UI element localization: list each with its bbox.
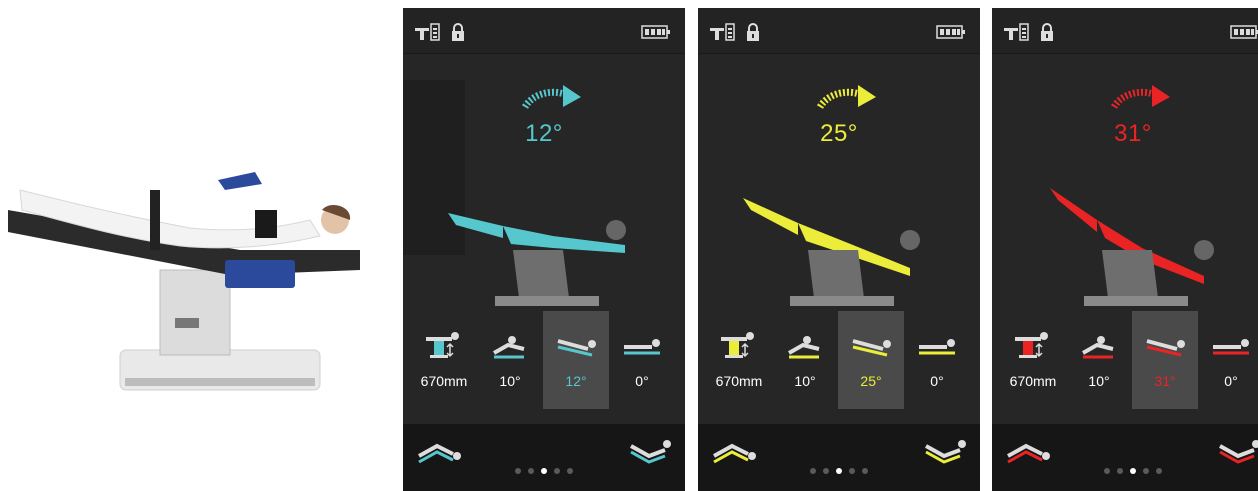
- trendelenburg-icon[interactable]: [627, 436, 671, 468]
- stat-item-3[interactable]: 0°: [609, 311, 675, 409]
- battery-icon: [936, 25, 965, 39]
- table-status-icon: [415, 23, 440, 41]
- stat-item-0[interactable]: 670mm: [706, 311, 772, 409]
- lateral-tilt-icon: [919, 339, 955, 355]
- table-height-icon: [1015, 332, 1048, 358]
- page-dot[interactable]: [528, 468, 534, 474]
- page-dot[interactable]: [554, 468, 560, 474]
- page-dot[interactable]: [1143, 468, 1149, 474]
- lock-icon[interactable]: [450, 22, 466, 42]
- table-status-icon: [710, 23, 735, 41]
- page-dot[interactable]: [836, 468, 842, 474]
- table-illustration: [448, 213, 626, 306]
- table-illustration: [1050, 188, 1214, 306]
- back-section-icon: [788, 336, 820, 359]
- stat-item-2[interactable]: 31°: [1132, 311, 1198, 409]
- stat-value: 0°: [635, 373, 649, 389]
- page-indicator: [1104, 468, 1162, 476]
- stat-value: 670mm: [1009, 373, 1057, 389]
- stat-item-0[interactable]: 670mm: [1000, 311, 1066, 409]
- trend-tilt-icon: [1146, 339, 1185, 357]
- stat-value: 670mm: [420, 373, 468, 389]
- trend-tilt-icon: [852, 339, 891, 357]
- trend-tilt-icon: [557, 339, 596, 357]
- lock-icon[interactable]: [1039, 22, 1055, 42]
- tilt-arrow-icon: [816, 85, 876, 110]
- position-stats: 670mm 10° 12° 0°: [403, 311, 685, 409]
- stat-item-1[interactable]: 10°: [772, 311, 838, 409]
- back-section-icon: [1082, 336, 1114, 359]
- page-dot[interactable]: [1156, 468, 1162, 474]
- stat-value: 25°: [860, 373, 882, 389]
- bottom-bar: [992, 424, 1258, 491]
- table-illustration: [743, 198, 920, 306]
- stat-item-3[interactable]: 0°: [1198, 311, 1258, 409]
- status-bar: [403, 8, 685, 54]
- tilt-arrow-icon: [1110, 85, 1170, 110]
- trendelenburg-icon[interactable]: [922, 436, 966, 468]
- stat-item-2[interactable]: 25°: [838, 311, 904, 409]
- stat-item-0[interactable]: 670mm: [411, 311, 477, 409]
- stat-item-2[interactable]: 12°: [543, 311, 609, 409]
- table-height-icon: [426, 332, 459, 358]
- stat-value: 0°: [1224, 373, 1238, 389]
- stat-value: 12°: [565, 373, 587, 389]
- status-bar: [698, 8, 980, 54]
- stat-value: 10°: [794, 373, 816, 389]
- tilt-arrow-icon: [521, 85, 581, 110]
- trendelenburg-icon[interactable]: [1216, 436, 1258, 468]
- page-dot[interactable]: [849, 468, 855, 474]
- bottom-bar: [403, 424, 685, 491]
- back-section-icon: [493, 336, 525, 359]
- reverse-trendelenburg-icon[interactable]: [1006, 436, 1050, 468]
- control-screen-1: 12° 670mm 10° 12° 0°: [403, 8, 685, 491]
- stat-value: 10°: [499, 373, 521, 389]
- table-status-icon: [1004, 23, 1029, 41]
- page-dot[interactable]: [541, 468, 547, 474]
- reverse-trendelenburg-icon[interactable]: [712, 436, 756, 468]
- stat-value: 0°: [930, 373, 944, 389]
- control-screen-2: 25° 670mm 10° 25° 0°: [698, 8, 980, 491]
- reverse-trendelenburg-icon[interactable]: [417, 436, 461, 468]
- page-dot[interactable]: [1104, 468, 1110, 474]
- page-dot[interactable]: [862, 468, 868, 474]
- page-dot[interactable]: [515, 468, 521, 474]
- stat-value: 10°: [1088, 373, 1110, 389]
- lateral-tilt-icon: [624, 339, 660, 355]
- table-height-icon: [721, 332, 754, 358]
- tilt-angle-display: 25°: [820, 120, 858, 147]
- stat-value: 670mm: [715, 373, 763, 389]
- tilt-angle-display: 12°: [525, 120, 563, 147]
- stat-item-1[interactable]: 10°: [477, 311, 543, 409]
- battery-icon: [641, 25, 670, 39]
- tilt-angle-display: 31°: [1114, 120, 1152, 147]
- page-indicator: [810, 468, 868, 476]
- operating-table-photo: [0, 60, 400, 440]
- page-dot[interactable]: [1130, 468, 1136, 474]
- page-dot[interactable]: [567, 468, 573, 474]
- page-indicator: [515, 468, 573, 476]
- stat-value: 31°: [1154, 373, 1176, 389]
- position-stats: 670mm 10° 31° 0°: [992, 311, 1258, 409]
- lock-icon[interactable]: [745, 22, 761, 42]
- page-dot[interactable]: [810, 468, 816, 474]
- stat-item-1[interactable]: 10°: [1066, 311, 1132, 409]
- page-dot[interactable]: [1117, 468, 1123, 474]
- position-stats: 670mm 10° 25° 0°: [698, 311, 980, 409]
- lateral-tilt-icon: [1213, 339, 1249, 355]
- battery-icon: [1230, 25, 1258, 39]
- page-dot[interactable]: [823, 468, 829, 474]
- bottom-bar: [698, 424, 980, 491]
- status-bar: [992, 8, 1258, 54]
- stat-item-3[interactable]: 0°: [904, 311, 970, 409]
- control-screen-3: 31° 670mm 10° 31° 0°: [992, 8, 1258, 491]
